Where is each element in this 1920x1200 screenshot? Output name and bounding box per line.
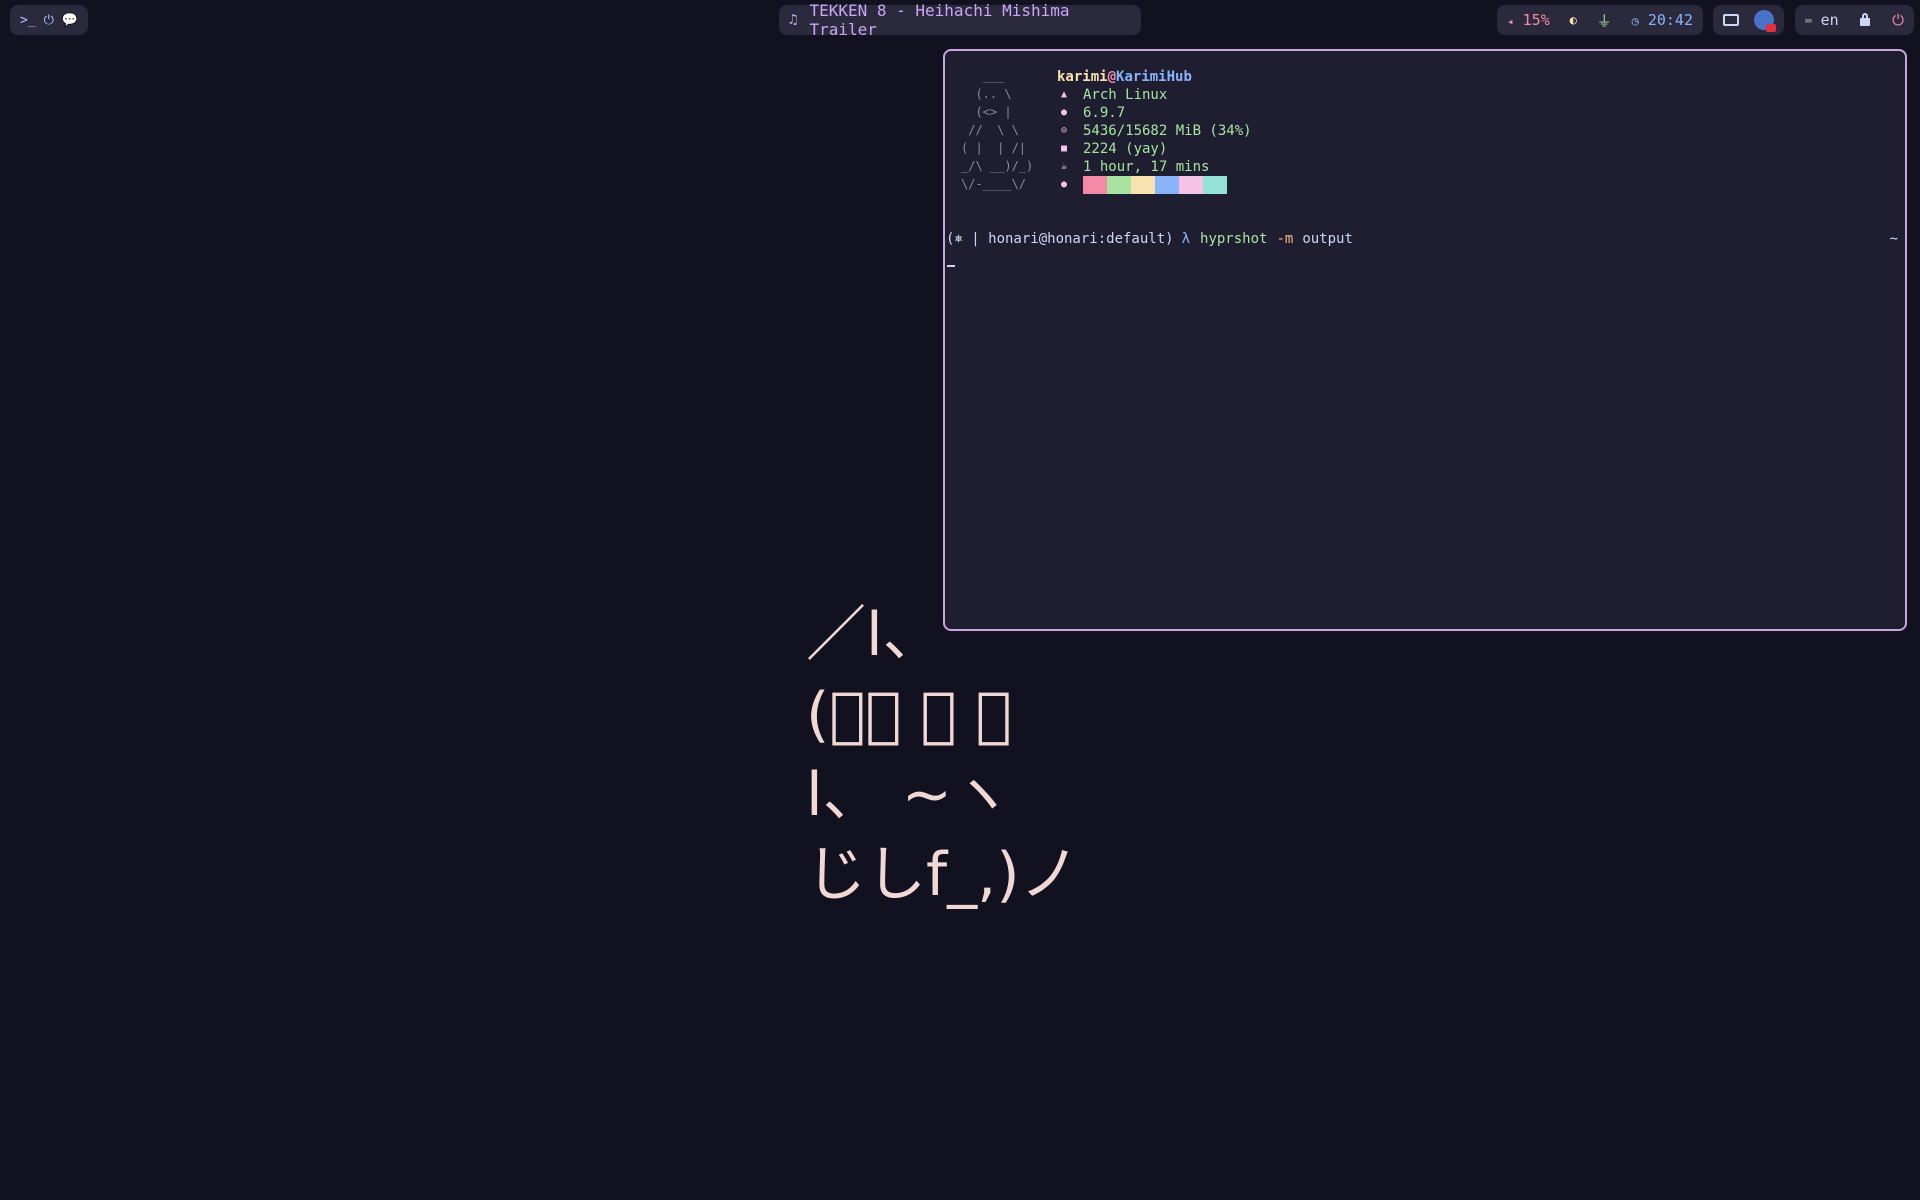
text-cursor xyxy=(947,265,955,267)
info-row: ☕ 1 hour, 17 mins xyxy=(1057,158,1252,176)
music-note-icon: ♫ xyxy=(789,12,798,28)
volume-widget[interactable]: ◂ 15% xyxy=(1507,11,1550,29)
info-rows: ▲ Arch Linux ● 6.9.7 ⊙ 5436/15682 MiB (34%) ■ 2… xyxy=(1057,86,1252,194)
keyboard-layout-label: en xyxy=(1820,11,1839,29)
media-player[interactable]: ♫ TEKKEN 8 - Heihachi Mishima Trailer xyxy=(779,1,1141,39)
palette-swatch xyxy=(1179,176,1203,194)
prompt-prefix: (⎈ | honari@honari:default) xyxy=(946,231,1174,247)
terminal-icon[interactable]: >_ xyxy=(20,13,36,28)
media-title: TEKKEN 8 - Heihachi Mishima Trailer xyxy=(809,1,1070,39)
package-icon: ■ xyxy=(1060,143,1068,154)
at-sign: @ xyxy=(1107,69,1117,85)
info-row: ⊙ 5436/15682 MiB (34%) xyxy=(1057,122,1252,140)
ascii-logo-line: ___ xyxy=(961,69,1005,83)
status-group: ◂ 15% ◐ ⏚ ◷ 20:42 xyxy=(1497,5,1703,35)
power-icon[interactable]: ⏻ xyxy=(44,13,54,28)
shell-prompt: (⎈ | honari@honari:default) λ hyprshot -… xyxy=(946,231,1904,247)
kernel-icon: ● xyxy=(1060,107,1068,118)
volume-value: 15% xyxy=(1522,11,1550,29)
ascii-logo-line: (<> | xyxy=(961,105,1012,119)
command-arg: output xyxy=(1302,231,1353,247)
clock-widget[interactable]: ◷ 20:42 xyxy=(1632,11,1693,29)
hostname: KarimiHub xyxy=(1116,69,1192,85)
keyboard-layout[interactable]: ⌨ en xyxy=(1805,11,1839,29)
palette-icon: ● xyxy=(1060,179,1068,190)
info-value: 5436/15682 MiB (34%) xyxy=(1083,123,1252,139)
kaomoji-art: ／l、 (ﾟ､ ｡ ７ l、 ~ヽ じしf_,)ノ xyxy=(806,600,1080,910)
info-value: 1 hour, 17 mins xyxy=(1083,159,1210,175)
launcher-group: >_ ⏻ 💬 xyxy=(10,5,88,35)
app-tray-icon[interactable] xyxy=(1754,10,1776,32)
session-group: ⌨ en ⏻ xyxy=(1795,5,1914,35)
ascii-logo-line: ( | | /| xyxy=(961,141,1027,155)
brightness-icon[interactable]: ◐ xyxy=(1570,13,1577,27)
username: karimi xyxy=(1057,69,1108,85)
palette-swatch xyxy=(1203,176,1227,194)
info-row: ▲ Arch Linux xyxy=(1057,86,1252,104)
lock-icon[interactable] xyxy=(1860,13,1871,26)
ascii-logo-line: _/\ __)/_) xyxy=(961,159,1034,173)
info-value: 2224 (yay) xyxy=(1083,141,1168,157)
info-value: Arch Linux xyxy=(1083,87,1168,103)
arch-icon: ▲ xyxy=(1060,89,1068,100)
prompt-lambda: λ xyxy=(1181,231,1191,247)
fetch-info: karimi @ KarimiHub ▲ Arch Linux ● 6.9.7 ⊙ 543… xyxy=(1057,68,1252,194)
ascii-logo-line: // \ \ xyxy=(961,123,1019,137)
color-palette xyxy=(1083,176,1227,194)
power-plug-icon[interactable]: ⏚ xyxy=(1597,10,1612,31)
ascii-logo-line: \/-____\/ xyxy=(961,177,1027,191)
palette-swatch xyxy=(1131,176,1155,194)
palette-swatch xyxy=(1155,176,1179,194)
uptime-icon: ☕ xyxy=(1060,161,1068,172)
clock-icon: ◷ xyxy=(1631,14,1639,28)
system-tray xyxy=(1713,5,1784,35)
ascii-logo-line: (.. \ xyxy=(961,87,1012,101)
info-row: ■ 2224 (yay) xyxy=(1057,140,1252,158)
palette-swatch xyxy=(1107,176,1131,194)
userhost-line: karimi @ KarimiHub xyxy=(1057,68,1252,86)
info-value: 6.9.7 xyxy=(1083,105,1126,121)
ascii-logo: ___ (.. \ (<> | // \ \ ( | | /| _/\ __)/_)… xyxy=(961,67,1033,193)
info-row: ● 6.9.7 xyxy=(1057,104,1252,122)
command-name: hyprshot xyxy=(1200,231,1268,247)
current-dir: ~ xyxy=(1889,231,1898,247)
terminal-window[interactable]: ___ (.. \ (<> | // \ \ ( | | /| _/\ __)/_)… xyxy=(943,49,1907,631)
clock-time: 20:42 xyxy=(1647,11,1693,29)
power-off-icon[interactable]: ⏻ xyxy=(1892,11,1904,29)
info-row: ● xyxy=(1057,176,1252,194)
palette-swatch xyxy=(1083,176,1107,194)
volume-icon: ◂ xyxy=(1507,15,1514,28)
command-flag: -m xyxy=(1276,231,1294,247)
keyboard-icon: ⌨ xyxy=(1805,15,1812,28)
memory-icon: ⊙ xyxy=(1060,125,1068,136)
chat-icon[interactable]: 💬 xyxy=(62,13,78,28)
display-icon[interactable] xyxy=(1723,14,1739,26)
